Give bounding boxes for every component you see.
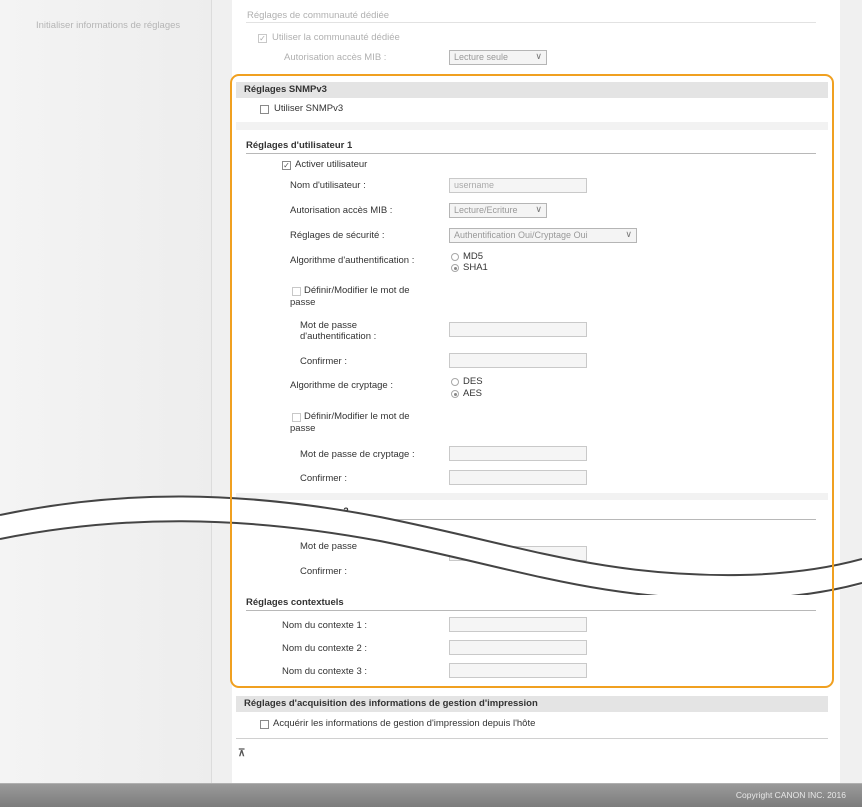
acquire-print-info-label: Acquérir les informations de gestion d'i… [273,718,536,729]
user1-mib-value: Lecture/Ecriture [454,205,518,215]
context-name1-input[interactable] [449,617,587,632]
auth-password-label-line1: Mot de passe [300,320,358,331]
set-auth-password-label-line1: Définir/Modifier le mot de [304,285,410,296]
use-community-checkbox[interactable]: ✓ [258,34,267,43]
set-enc-password-label-line2: passe [290,423,316,434]
context-name2-label: Nom du contexte 2 : [282,643,368,654]
community-mib-value: Lecture seule [454,52,509,62]
sidebar-link-reset-settings[interactable]: Initialiser informations de réglages [36,20,180,31]
divider [236,738,828,739]
auth-algo-label: Algorithme d'authentification : [290,255,415,266]
enc-algo-label: Algorithme de cryptage : [290,380,393,391]
context-name3-label: Nom du contexte 3 : [282,666,368,677]
page-break-wave [0,495,862,595]
enc-algo-aes-radio[interactable] [451,390,459,398]
chevron-down-icon: ∨ [625,229,632,239]
enc-algo-des-label: DES [463,376,483,387]
acquire-print-info-checkbox[interactable] [260,720,269,729]
use-snmpv3-label: Utiliser SNMPv3 [274,103,344,114]
user1-mib-select[interactable]: Lecture/Ecriture ∨ [449,203,547,218]
confirm-auth-label: Confirmer : [300,356,347,367]
context-name3-input[interactable] [449,663,587,678]
sidebar: Initialiser informations de réglages [0,0,212,783]
activate-user1-label: Activer utilisateur [295,159,368,170]
security-value: Authentification Oui/Cryptage Oui [454,230,588,240]
chevron-down-icon: ∨ [535,204,542,214]
confirm-auth-input[interactable] [449,353,587,368]
confirm-enc-label: Confirmer : [300,473,347,484]
copyright-text: Copyright CANON INC. 2016 [735,790,846,800]
auth-password-input[interactable] [449,322,587,337]
set-enc-password-label-line1: Définir/Modifier le mot de [304,411,410,422]
auth-algo-md5-label: MD5 [463,251,484,262]
username-input[interactable]: username [449,178,587,193]
user1-mib-label: Autorisation accès MIB : [290,205,393,216]
context-name2-input[interactable] [449,640,587,655]
divider [246,22,816,23]
community-mib-label: Autorisation accès MIB : [284,52,387,63]
print-mgmt-heading: Réglages d'acquisition des informations … [236,696,828,712]
set-auth-password-checkbox[interactable] [292,287,301,296]
context-heading: Réglages contextuels [246,595,816,611]
enc-password-input[interactable] [449,446,587,461]
footer: Copyright CANON INC. 2016 [0,783,862,807]
use-snmpv3-checkbox[interactable] [260,105,269,114]
auth-algo-sha1-radio[interactable] [451,264,459,272]
set-auth-password-label-line2: passe [290,297,316,308]
activate-user1-checkbox[interactable]: ✓ [282,161,291,170]
to-top-icon[interactable]: ⊼ [238,748,245,759]
chevron-down-icon: ∨ [535,51,542,61]
page: Initialiser informations de réglages Rég… [0,0,862,807]
confirm-enc-input[interactable] [449,470,587,485]
set-enc-password-checkbox[interactable] [292,413,301,422]
enc-algo-aes-label: AES [463,388,483,399]
auth-algo-md5-radio[interactable] [451,253,459,261]
community-heading: Réglages de communauté dédiée [247,10,390,21]
security-label: Réglages de sécurité : [290,230,385,241]
enc-password-label: Mot de passe de cryptage : [300,449,415,460]
enc-algo-des-radio[interactable] [451,378,459,386]
context-name1-label: Nom du contexte 1 : [282,620,368,631]
user1-heading: Réglages d'utilisateur 1 [246,138,816,154]
security-select[interactable]: Authentification Oui/Cryptage Oui ∨ [449,228,637,243]
use-community-label: Utiliser la communauté dédiée [272,32,400,43]
spacer [236,122,828,130]
community-mib-select[interactable]: Lecture seule ∨ [449,50,547,65]
username-label: Nom d'utilisateur : [290,180,366,191]
auth-password-label-line2: d'authentification : [300,331,377,342]
snmpv3-heading: Réglages SNMPv3 [236,82,828,98]
auth-algo-sha1-label: SHA1 [463,262,488,273]
